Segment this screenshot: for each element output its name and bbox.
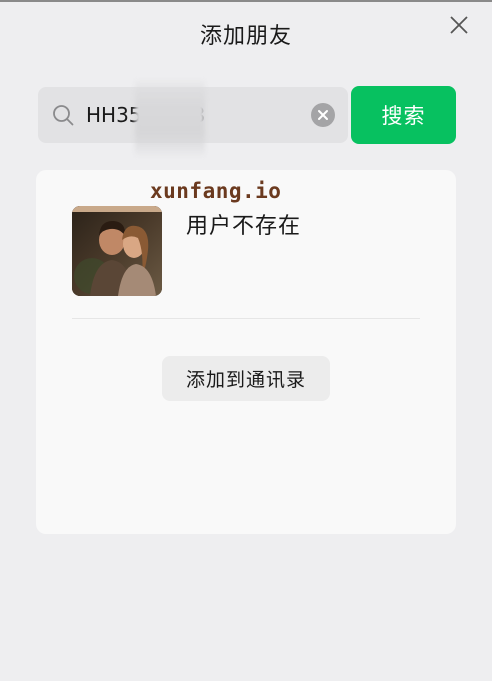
- user-not-found-text: 用户不存在: [186, 214, 302, 239]
- add-to-contacts-button[interactable]: 添加到通讯录: [162, 356, 330, 401]
- search-button[interactable]: 搜索: [351, 86, 456, 144]
- divider: [72, 318, 420, 319]
- avatar: [72, 206, 162, 296]
- watermark: xunfang.io: [150, 179, 282, 203]
- redaction-blur: [135, 80, 205, 156]
- clear-search-button[interactable]: [311, 103, 335, 127]
- search-icon: [53, 105, 74, 126]
- clear-circle-icon: [318, 110, 328, 120]
- window-top-border: [0, 0, 492, 2]
- close-button[interactable]: [448, 14, 470, 36]
- close-icon: [450, 16, 468, 34]
- window-title: 添加朋友: [199, 24, 292, 49]
